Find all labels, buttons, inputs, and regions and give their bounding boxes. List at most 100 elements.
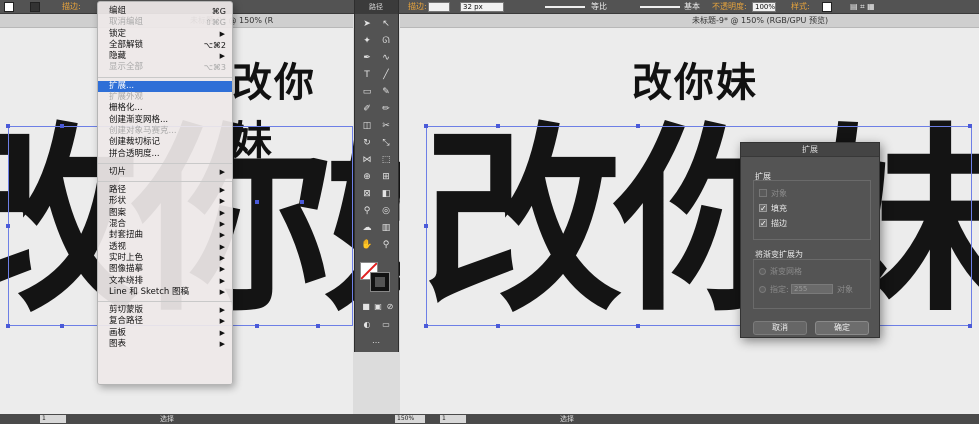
menu-item[interactable]: 切片 ▶ bbox=[98, 167, 232, 178]
specify-input[interactable]: 255 bbox=[791, 284, 833, 294]
menu-item[interactable]: 复合路径 ▶ bbox=[98, 316, 232, 327]
menu-item[interactable]: 透视 ▶ bbox=[98, 242, 232, 253]
menu-item[interactable]: 显示全部 ⌥⌘3 bbox=[98, 62, 232, 73]
curvature-tool-icon[interactable]: ∿ bbox=[379, 52, 393, 65]
stroke-width-stepper[interactable] bbox=[428, 2, 450, 12]
graph-tool-icon[interactable]: ▥ bbox=[379, 222, 393, 235]
artboard-nav-left[interactable]: 1 bbox=[40, 415, 66, 423]
anchor-point[interactable] bbox=[496, 324, 500, 328]
menu-item[interactable]: 隐藏 ▶ bbox=[98, 51, 232, 62]
expand-dialog[interactable]: 扩展 扩展 对象 ✓ 填充 ✓ 描边 将渐变扩展为 渐变网格 指定: 255 对… bbox=[740, 142, 880, 338]
menu-item[interactable]: 创建对象马赛克... bbox=[98, 126, 232, 137]
no-color-icon[interactable]: ⊘ bbox=[383, 300, 397, 313]
menu-item[interactable]: 栅格化... bbox=[98, 103, 232, 114]
menu-item[interactable]: 实时上色 ▶ bbox=[98, 253, 232, 264]
context-menu[interactable]: 编组 ⌘G 取消编组 ⇧⌘G 锁定 ▶ 全部解锁 ⌥⌘2 隐藏 ▶ 显示全部 ⌥⌘3 扩展... 扩展外观… bbox=[97, 1, 233, 385]
width-tool-icon[interactable]: ⋈ bbox=[360, 154, 374, 167]
screen-mode-icon[interactable]: ▭ bbox=[379, 318, 393, 331]
anchor-point[interactable] bbox=[424, 224, 428, 228]
pencil-icon[interactable]: ✏ bbox=[379, 103, 393, 116]
cancel-button[interactable]: 取消 bbox=[753, 321, 807, 335]
menu-item[interactable]: 图像描摹 ▶ bbox=[98, 264, 232, 275]
menu-item[interactable]: 锁定 ▶ bbox=[98, 29, 232, 40]
scissors-icon[interactable]: ✂ bbox=[379, 120, 393, 133]
menu-item[interactable]: 编组 ⌘G bbox=[98, 6, 232, 17]
menu-item[interactable]: 路径 ▶ bbox=[98, 185, 232, 196]
lasso-icon[interactable]: ᘏ bbox=[379, 35, 393, 48]
selection-bounding-box-right[interactable] bbox=[426, 126, 972, 326]
menu-item[interactable]: 封套扭曲 ▶ bbox=[98, 230, 232, 241]
perspective-grid-icon[interactable]: ⊞ bbox=[379, 171, 393, 184]
menu-item[interactable]: 创建渐变网格... bbox=[98, 115, 232, 126]
artboard-nav-right[interactable]: 1 bbox=[440, 415, 466, 423]
opacity-input[interactable]: 100% bbox=[752, 2, 776, 12]
menu-item[interactable]: 图案 ▶ bbox=[98, 208, 232, 219]
menu-item[interactable]: 全部解锁 ⌥⌘2 bbox=[98, 40, 232, 51]
menu-item[interactable]: 扩展... bbox=[98, 80, 232, 93]
hand-tool-icon[interactable]: ✋ bbox=[360, 239, 374, 252]
gradient-mesh-radio[interactable] bbox=[759, 268, 766, 275]
edit-toolbar-icon[interactable]: ⋯ bbox=[369, 336, 383, 349]
symbol-sprayer-icon[interactable]: ☁ bbox=[360, 222, 374, 235]
anchor-point[interactable] bbox=[316, 324, 320, 328]
stroke-color-icon[interactable] bbox=[370, 272, 390, 292]
extra-controls-icon[interactable]: ▤ ⌗ ▦ bbox=[850, 1, 875, 13]
stroke-swatch[interactable] bbox=[30, 2, 40, 12]
anchor-point[interactable] bbox=[255, 324, 259, 328]
menu-item[interactable]: Line 和 Sketch 图稿 ▶ bbox=[98, 287, 232, 298]
gradient-tool-icon[interactable]: ◧ bbox=[379, 188, 393, 201]
menu-item[interactable]: 画板 ▶ bbox=[98, 328, 232, 339]
canvas-right[interactable]: 改你妹 改你妹 bbox=[400, 28, 979, 414]
menu-item[interactable]: 文本绕排 ▶ bbox=[98, 276, 232, 287]
eraser-icon[interactable]: ◫ bbox=[360, 120, 374, 133]
anchor-point[interactable] bbox=[6, 124, 10, 128]
doc-tab-right[interactable]: 未标题-9* @ 150% (RGB/GPU 预览) bbox=[400, 14, 979, 28]
anchor-point[interactable] bbox=[60, 124, 64, 128]
menu-item[interactable]: 图表 ▶ bbox=[98, 339, 232, 350]
shape-builder-icon[interactable]: ⊕ bbox=[360, 171, 374, 184]
anchor-point[interactable] bbox=[636, 124, 640, 128]
menu-item[interactable]: 拼合透明度... bbox=[98, 149, 232, 160]
profile-label[interactable]: 等比 bbox=[591, 1, 607, 13]
drawing-mode-icon[interactable]: ◐ bbox=[360, 318, 374, 331]
anchor-point[interactable] bbox=[300, 200, 304, 204]
scale-tool-icon[interactable]: ⤡ bbox=[379, 137, 393, 150]
rotate-tool-icon[interactable]: ↻ bbox=[360, 137, 374, 150]
stroke-style-select[interactable]: 基本 bbox=[684, 1, 700, 13]
type-tool-icon[interactable]: T bbox=[360, 69, 374, 82]
fill-swatch[interactable] bbox=[4, 2, 14, 12]
rectangle-tool-icon[interactable]: ▭ bbox=[360, 86, 374, 99]
selection-tool-icon[interactable]: ➤ bbox=[360, 18, 374, 31]
anchor-point[interactable] bbox=[255, 200, 259, 204]
line-tool-icon[interactable]: ╱ bbox=[379, 69, 393, 82]
zoom-field-right[interactable]: 150% bbox=[395, 415, 425, 423]
menu-item[interactable]: 混合 ▶ bbox=[98, 219, 232, 230]
anchor-point[interactable] bbox=[636, 324, 640, 328]
eyedropper-icon[interactable]: ⚲ bbox=[360, 205, 374, 218]
free-transform-icon[interactable]: ⬚ bbox=[379, 154, 393, 167]
menu-item[interactable]: 剪切蒙版 ▶ bbox=[98, 305, 232, 316]
pen-tool-icon[interactable]: ✒ bbox=[360, 52, 374, 65]
anchor-point[interactable] bbox=[968, 124, 972, 128]
paintbrush-icon[interactable]: ✎ bbox=[379, 86, 393, 99]
blend-tool-icon[interactable]: ◎ bbox=[379, 205, 393, 218]
mesh-tool-icon[interactable]: ⊠ bbox=[360, 188, 374, 201]
direct-selection-tool-icon[interactable]: ↖ bbox=[379, 18, 393, 31]
anchor-point[interactable] bbox=[496, 124, 500, 128]
anchor-point[interactable] bbox=[6, 224, 10, 228]
ok-button[interactable]: 确定 bbox=[815, 321, 869, 335]
menu-item[interactable]: 取消编组 ⇧⌘G bbox=[98, 17, 232, 28]
magic-wand-icon[interactable]: ✦ bbox=[360, 35, 374, 48]
specify-radio[interactable] bbox=[759, 286, 766, 293]
anchor-point[interactable] bbox=[968, 324, 972, 328]
anchor-point[interactable] bbox=[60, 324, 64, 328]
object-checkbox[interactable] bbox=[759, 189, 767, 197]
menu-item[interactable]: 扩展外观 bbox=[98, 92, 232, 103]
shaper-tool-icon[interactable]: ✐ bbox=[360, 103, 374, 116]
menu-item[interactable]: 形状 ▶ bbox=[98, 196, 232, 207]
anchor-point[interactable] bbox=[6, 324, 10, 328]
anchor-point[interactable] bbox=[424, 124, 428, 128]
fill-checkbox[interactable]: ✓ bbox=[759, 204, 767, 213]
anchor-point[interactable] bbox=[424, 324, 428, 328]
zoom-tool-icon[interactable]: ⚲ bbox=[379, 239, 393, 252]
